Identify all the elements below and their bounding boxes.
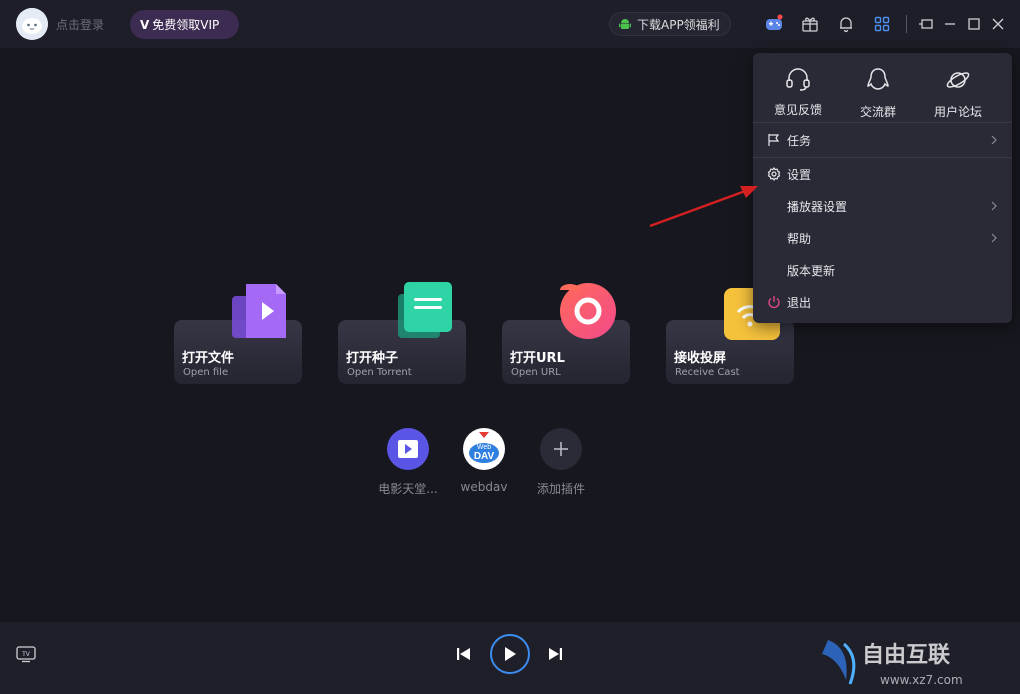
chevron-right-icon [991,135,997,145]
gift-icon[interactable] [800,14,820,34]
torrent-doc-icon [398,282,452,338]
menu-item-label: 设置 [787,167,812,182]
vip-button-label: 免费领取VIP [152,18,220,32]
user-forum-item[interactable]: 用户论坛 [918,67,998,120]
card-subtitle: Open Torrent [347,367,412,378]
tv-cast-icon[interactable]: TV [16,645,36,667]
menu-item-quit[interactable]: 退出 [753,288,1012,316]
svg-text:TV: TV [21,651,31,658]
file-play-icon [232,284,286,338]
card-title: 打开种子 [346,351,399,366]
plugin-webdav[interactable]: Web DAV webdav [444,428,524,494]
next-track-icon[interactable] [546,645,564,667]
play-icon [505,647,516,661]
webdav-cloud-icon: Web DAV [463,428,505,470]
card-title: 接收投屏 [674,351,727,366]
plugin-label: webdav [460,480,508,494]
plugin-movie-heaven[interactable]: 电影天堂... [368,428,448,497]
menu-item-label: 版本更新 [787,263,836,278]
previous-track-icon[interactable] [455,645,473,667]
apps-grid-icon[interactable] [872,14,892,34]
menu-divider [753,122,1012,123]
headset-icon [786,68,810,91]
download-app-button[interactable]: 下载APP领福利 [609,12,731,36]
card-subtitle: Open URL [511,367,561,378]
minimize-icon[interactable] [940,14,960,34]
open-torrent-card[interactable]: 打开种子 Open Torrent [332,280,466,390]
menu-item-settings[interactable]: 设置 [753,160,1012,188]
title-bar: 点击登录 V 免费领取VIP 下载APP领福利 [0,0,1020,48]
titlebar-divider [906,15,907,33]
card-title: 打开文件 [182,351,235,366]
close-icon[interactable] [988,14,1008,34]
menu-item-label: 帮助 [787,231,812,246]
menu-item-update[interactable]: 版本更新 [753,256,1012,284]
plus-icon [540,428,582,470]
svg-text:www.xz7.com: www.xz7.com [880,673,963,687]
download-app-label: 下载APP领福利 [637,17,720,32]
menu-item-tasks[interactable]: 任务 [753,126,1012,154]
game-controller-icon[interactable] [764,14,784,34]
chevron-right-icon [991,233,997,243]
power-icon [768,296,780,309]
login-link[interactable]: 点击登录 [56,16,104,33]
avatar[interactable] [16,8,48,40]
svg-text:自由互联: 自由互联 [862,642,950,668]
plugin-label: 电影天堂... [378,482,438,496]
qq-penguin-icon [867,68,889,90]
svg-text:DAV: DAV [474,451,495,462]
menu-divider [753,157,1012,158]
vip-logo-icon: V [140,17,150,32]
svg-text:Web: Web [477,444,491,451]
movie-play-icon [387,428,429,470]
add-plugin-button[interactable]: 添加插件 [521,428,601,497]
feedback-label: 意见反馈 [773,103,822,117]
flag-icon [768,134,780,146]
url-ring-icon [560,283,616,339]
menu-item-player-settings[interactable]: 播放器设置 [753,192,1012,220]
feedback-item[interactable]: 意见反馈 [758,67,838,118]
maximize-icon[interactable] [964,14,984,34]
play-button[interactable] [490,634,530,674]
card-subtitle: Open file [183,367,229,378]
bell-icon[interactable] [836,14,856,34]
planet-icon [946,72,970,88]
menu-item-help[interactable]: 帮助 [753,224,1012,252]
menu-item-label: 任务 [787,133,812,148]
card-subtitle: Receive Cast [675,367,740,378]
card-title: 打开URL [510,351,565,366]
mini-mode-icon[interactable] [916,14,936,34]
menu-item-label: 播放器设置 [787,199,848,214]
vip-button[interactable]: V 免费领取VIP [130,10,239,39]
chevron-right-icon [991,201,997,211]
user-forum-label: 用户论坛 [933,105,982,119]
annotation-arrow [649,186,758,228]
menu-item-label: 退出 [787,295,812,310]
plugin-label: 添加插件 [536,482,585,496]
main-menu-dropdown: 意见反馈 交流群 用户论坛 任务 设置 播放器设置 帮助 版本更新 退出 [753,53,1012,323]
android-icon [619,19,631,29]
watermark: 自由互联 www.xz7.com [820,628,1020,694]
community-group-item[interactable]: 交流群 [838,67,918,120]
open-file-card[interactable]: 打开文件 Open file [168,280,302,390]
community-group-label: 交流群 [859,105,896,119]
open-url-card[interactable]: 打开URL Open URL [496,280,630,390]
